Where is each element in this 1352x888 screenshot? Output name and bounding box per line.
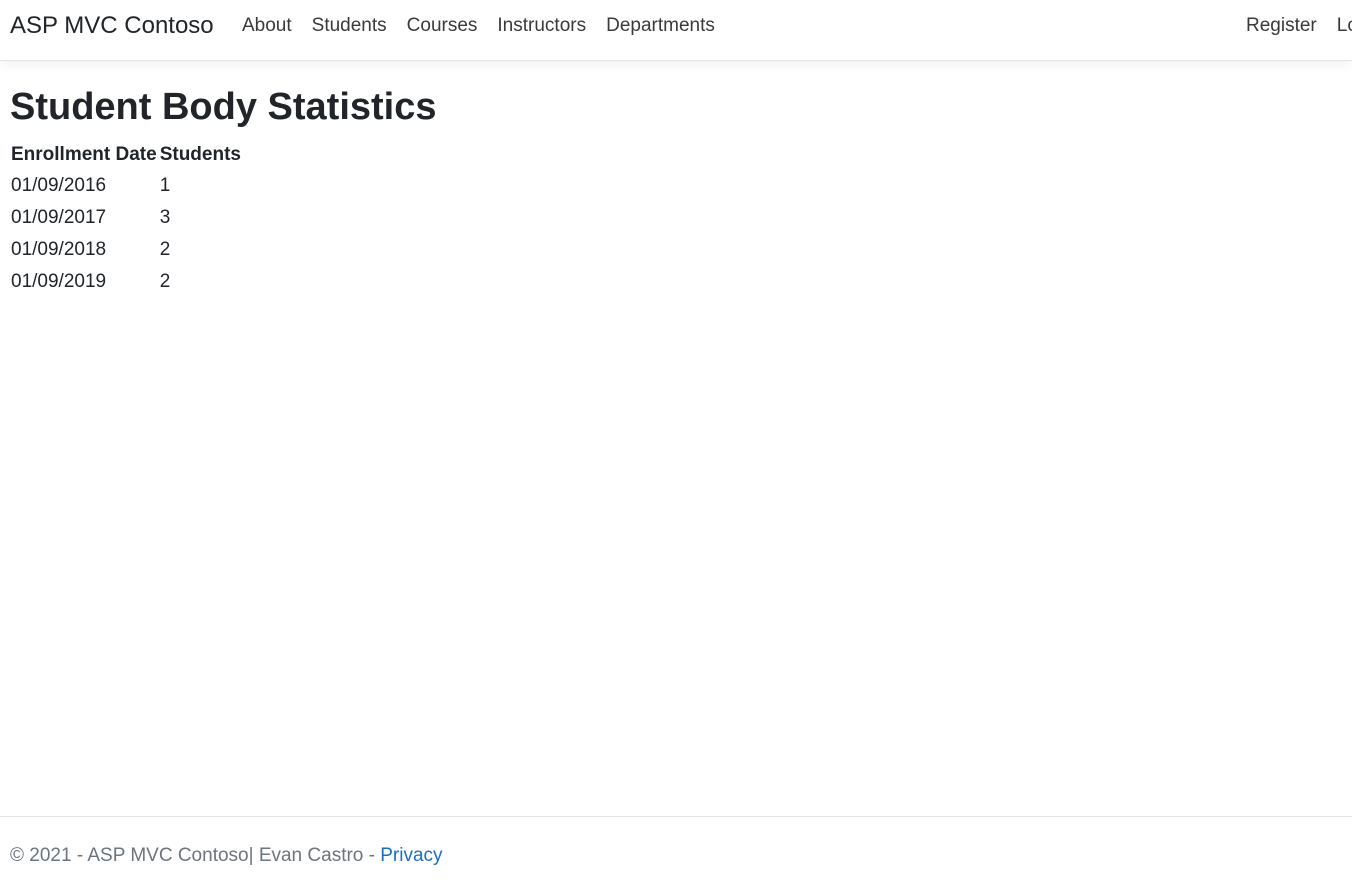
top-navbar: ASP MVC Contoso About Students Courses I… <box>0 0 1352 61</box>
account-nav: Register Login <box>1236 14 1352 38</box>
privacy-link[interactable]: Privacy <box>380 845 442 866</box>
nav-students[interactable]: Students <box>302 14 397 38</box>
student-count-cell: 3 <box>159 207 171 228</box>
column-header-students: Students <box>159 144 241 165</box>
enrollment-statistics-table: Enrollment Date Students 01/09/2016 1 01… <box>10 144 243 298</box>
table-row: 01/09/2017 3 <box>10 202 243 234</box>
student-count-cell: 1 <box>159 175 171 196</box>
table-header-row: Enrollment Date Students <box>10 144 243 170</box>
table-row: 01/09/2016 1 <box>10 170 243 202</box>
enrollment-date-cell: 01/09/2016 <box>11 175 107 196</box>
nav-courses[interactable]: Courses <box>397 14 488 38</box>
student-count-cell: 2 <box>159 239 171 260</box>
nav-register[interactable]: Register <box>1236 14 1327 38</box>
nav-about[interactable]: About <box>232 14 302 38</box>
page-footer: © 2021 - ASP MVC Contoso| Evan Castro - … <box>0 816 1352 888</box>
copyright-text: © 2021 - ASP MVC Contoso| Evan Castro - <box>10 845 381 866</box>
brand-link[interactable]: ASP MVC Contoso <box>10 12 214 40</box>
student-count-cell: 2 <box>159 271 171 292</box>
nav-instructors[interactable]: Instructors <box>487 14 596 38</box>
main-nav: About Students Courses Instructors Depar… <box>232 14 725 38</box>
nav-departments[interactable]: Departments <box>596 14 725 38</box>
table-row: 01/09/2018 2 <box>10 234 243 266</box>
nav-login[interactable]: Login <box>1327 14 1352 38</box>
footer-text: © 2021 - ASP MVC Contoso| Evan Castro - … <box>10 845 443 867</box>
enrollment-date-cell: 01/09/2019 <box>11 271 107 292</box>
main-content: Student Body Statistics Enrollment Date … <box>10 84 1340 298</box>
page-title: Student Body Statistics <box>10 86 437 128</box>
enrollment-date-cell: 01/09/2017 <box>11 207 107 228</box>
table-row: 01/09/2019 2 <box>10 266 243 298</box>
column-header-enrollment-date: Enrollment Date <box>11 144 157 165</box>
enrollment-date-cell: 01/09/2018 <box>11 239 107 260</box>
